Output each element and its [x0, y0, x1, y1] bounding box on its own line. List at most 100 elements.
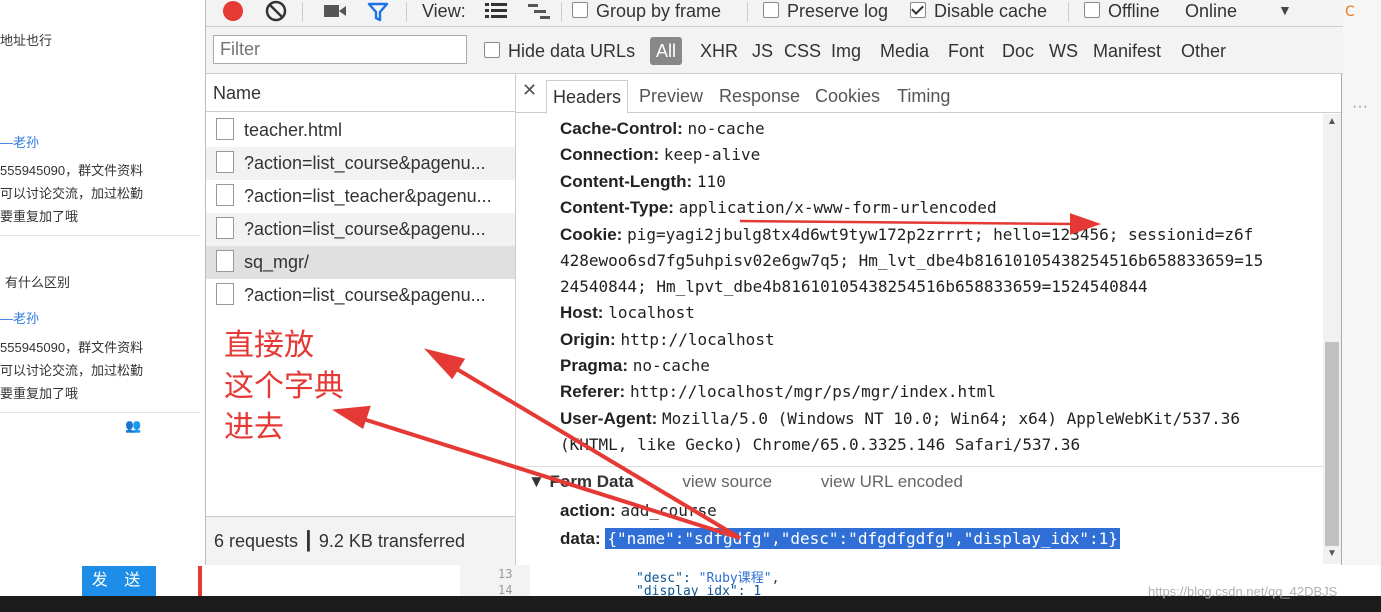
type-filter-js[interactable]: JS: [752, 41, 773, 62]
checkbox-label: Group by frame: [596, 1, 722, 21]
camera-icon[interactable]: [323, 2, 347, 25]
header-value: pig=yagi2jbulg8tx4d6wt9tyw172p2zrrrt; he…: [627, 225, 1254, 244]
request-name: ?action=list_course&pagenu...: [244, 219, 486, 239]
separator: [561, 2, 562, 22]
type-filter-css[interactable]: CSS: [784, 41, 821, 62]
checkbox[interactable]: [1084, 2, 1100, 18]
close-icon[interactable]: ✕: [522, 80, 537, 101]
type-filter-xhr[interactable]: XHR: [700, 41, 738, 62]
header-key: Content-Length:: [560, 172, 693, 191]
type-filter-doc[interactable]: Doc: [1002, 41, 1034, 62]
tab-timing[interactable]: Timing: [897, 80, 950, 112]
request-row[interactable]: ?action=list_teacher&pagenu...: [206, 180, 515, 213]
form-key: data:: [560, 529, 601, 548]
form-data-title[interactable]: ▼ Form Data: [528, 472, 634, 491]
group-by-frame-checkbox[interactable]: Group by frame: [572, 0, 721, 22]
header-key: Connection:: [560, 145, 660, 164]
tab-cookies[interactable]: Cookies: [815, 80, 880, 112]
request-name: ?action=list_course&pagenu...: [244, 285, 486, 305]
chat-message-line: 可以讨论交流，加过松勤: [0, 363, 144, 378]
group-members-icon[interactable]: 👥: [125, 418, 141, 434]
type-filter-font[interactable]: Font: [948, 41, 984, 62]
disable-cache-checkbox[interactable]: Disable cache: [910, 0, 1047, 22]
throttling-select[interactable]: Online: [1185, 0, 1237, 22]
filter-icon[interactable]: [367, 1, 389, 28]
scroll-down-icon[interactable]: ▼: [1327, 548, 1337, 559]
header-line: Referer: http://localhost/mgr/ps/mgr/ind…: [560, 382, 996, 402]
file-icon: [216, 250, 234, 272]
chevron-down-icon[interactable]: ▼: [1278, 0, 1292, 20]
type-filter-media[interactable]: Media: [880, 41, 929, 62]
tab-preview[interactable]: Preview: [639, 80, 703, 112]
checkbox-label: Preserve log: [787, 1, 889, 21]
reload-icon: C: [1343, 0, 1361, 24]
header-value: no-cache: [687, 119, 765, 138]
tab-headers[interactable]: Headers: [546, 80, 629, 114]
header-key: Origin:: [560, 330, 616, 349]
checkbox[interactable]: [763, 2, 779, 18]
header-line: User-Agent: Mozilla/5.0 (Windows NT 10.0…: [560, 409, 1240, 429]
preserve-log-checkbox[interactable]: Preserve log: [763, 0, 888, 22]
header-line: Content-Length: 110: [560, 172, 726, 192]
scroll-up-icon[interactable]: ▲: [1327, 116, 1337, 127]
request-row-selected[interactable]: sq_mgr/: [206, 246, 515, 279]
checkbox[interactable]: [484, 42, 500, 58]
request-row[interactable]: ?action=list_course&pagenu...: [206, 213, 515, 246]
separator: [1068, 2, 1069, 22]
header-line: Cookie: pig=yagi2jbulg8tx4d6wt9tyw172p2z…: [560, 225, 1253, 245]
chat-message-line: 要重复加了哦: [0, 386, 79, 401]
checkbox-label: Offline: [1108, 1, 1160, 21]
divider: [516, 466, 1323, 467]
type-filter-ws[interactable]: WS: [1049, 41, 1078, 62]
chat-author: —老孙: [0, 311, 40, 326]
request-row[interactable]: ?action=list_course&pagenu...: [206, 147, 515, 180]
divider: [0, 412, 200, 413]
checkbox-checked[interactable]: [910, 2, 926, 18]
hide-data-urls-checkbox[interactable]: Hide data URLs: [484, 41, 635, 62]
header-value: Mozilla/5.0 (Windows NT 10.0; Win64; x64…: [662, 409, 1240, 428]
header-line: 24540844; Hm_lpvt_dbe4b81610105438254516…: [560, 277, 1148, 297]
header-key: Content-Type:: [560, 198, 674, 217]
header-value: keep-alive: [663, 145, 761, 164]
header-key: Cache-Control:: [560, 119, 683, 138]
header-line: Content-Type: application/x-www-form-url…: [560, 198, 997, 218]
line-number: 13: [498, 567, 513, 581]
waterfall-icon[interactable]: [528, 2, 552, 25]
checkbox[interactable]: [572, 2, 588, 18]
type-filter-other[interactable]: Other: [1181, 41, 1226, 62]
tab-response[interactable]: Response: [719, 80, 800, 112]
type-filter-img[interactable]: Img: [831, 41, 861, 62]
request-name: teacher.html: [244, 120, 343, 140]
large-rows-icon[interactable]: [485, 2, 507, 25]
code-line: "display_idx": 1: [636, 584, 762, 596]
separator: [302, 2, 303, 22]
header-value: application/x-www-form-urlencoded: [678, 198, 997, 217]
offline-checkbox[interactable]: Offline: [1084, 0, 1160, 22]
more-icon: ···: [1352, 98, 1368, 115]
request-row[interactable]: ?action=list_course&pagenu...: [206, 279, 515, 312]
view-source-link[interactable]: view source: [682, 472, 772, 491]
type-filter-manifest[interactable]: Manifest: [1093, 41, 1161, 62]
header-value: (KHTML, like Gecko) Chrome/65.0.3325.146…: [560, 435, 1081, 454]
filter-input[interactable]: [213, 35, 467, 64]
checkbox-label: Disable cache: [934, 1, 1048, 21]
name-column-header[interactable]: Name: [206, 74, 515, 112]
header-value: http://localhost: [620, 330, 775, 349]
header-value: http://localhost/mgr/ps/mgr/index.html: [629, 382, 996, 401]
clear-icon[interactable]: [265, 0, 287, 27]
header-line: Cache-Control: no-cache: [560, 119, 765, 139]
request-name: ?action=list_teacher&pagenu...: [244, 186, 492, 206]
type-filter-all[interactable]: All: [650, 37, 682, 65]
scrollbar-thumb[interactable]: [1325, 342, 1339, 546]
form-data-section: ▼ Form Data view source view URL encoded: [528, 472, 963, 492]
input-indicator: [198, 566, 202, 596]
form-value-selected[interactable]: {"name":"sdfgdfg","desc":"dfgdfgdfg","di…: [605, 528, 1120, 549]
view-url-encoded-link[interactable]: view URL encoded: [821, 472, 963, 491]
line-gutter: 13 14: [460, 565, 530, 597]
header-key: Pragma:: [560, 356, 629, 375]
file-icon: [216, 283, 234, 305]
form-key: action:: [560, 501, 616, 520]
send-button[interactable]: 发 送: [82, 566, 156, 596]
request-row[interactable]: teacher.html: [206, 114, 515, 147]
record-icon[interactable]: [222, 0, 244, 27]
